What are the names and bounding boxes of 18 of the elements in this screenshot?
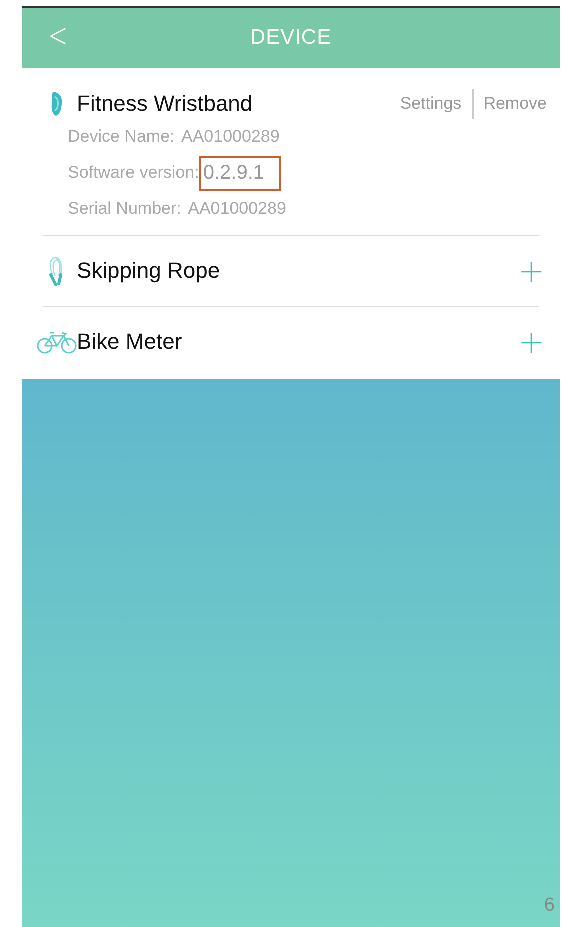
- detail-value: 0.2.9.1: [199, 156, 281, 190]
- detail-label: Software version:: [68, 163, 200, 183]
- device-name: Bike Meter: [77, 329, 184, 355]
- detail-label: Serial Number:: [68, 199, 182, 219]
- wristband-icon: [50, 90, 64, 116]
- detail-value: AA01000289: [180, 126, 281, 148]
- page-number: 6: [544, 895, 555, 917]
- device-name: Fitness Wristband: [77, 90, 254, 116]
- add-button[interactable]: +: [514, 323, 549, 361]
- settings-link[interactable]: Settings: [390, 94, 472, 114]
- detail-value: AA01000289: [187, 198, 288, 220]
- device-name: Skipping Rope: [77, 258, 222, 284]
- remove-link[interactable]: Remove: [474, 94, 557, 114]
- detail-label: Device Name:: [68, 127, 176, 147]
- bicycle-icon: [37, 330, 77, 354]
- add-button[interactable]: +: [514, 252, 549, 290]
- back-button[interactable]: <: [44, 16, 72, 56]
- screen-title: DEVICE: [250, 26, 332, 50]
